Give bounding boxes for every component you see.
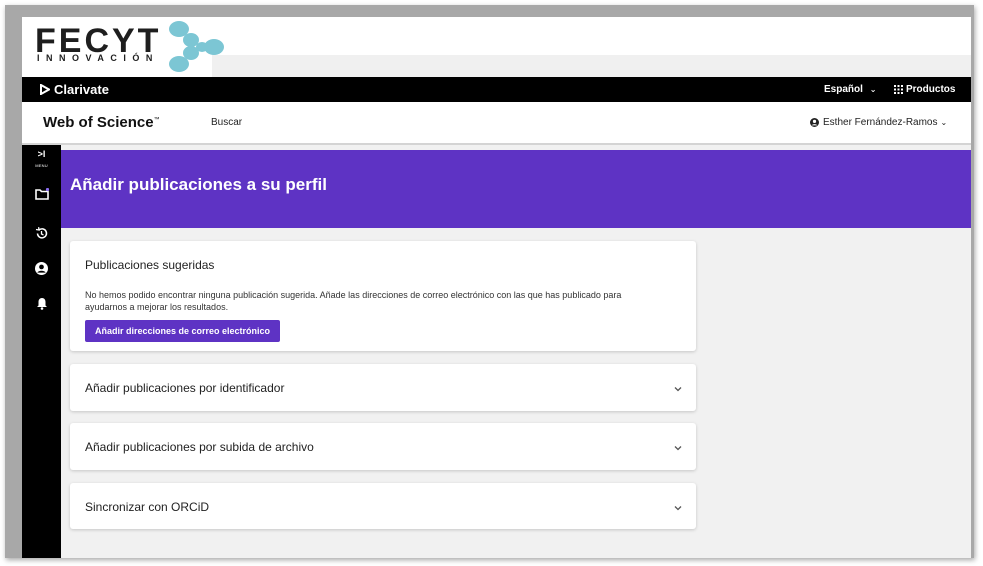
user-menu[interactable]: Esther Fernández-Ramos ⌄ xyxy=(810,117,947,128)
chevron-down-icon: ⌄ xyxy=(940,118,948,127)
products-label: Productos xyxy=(906,84,956,95)
add-by-identifier-title: Añadir publicaciones por identificador xyxy=(85,381,285,395)
add-by-upload-title: Añadir publicaciones por subida de archi… xyxy=(85,440,314,454)
sidebar-item-alerts[interactable] xyxy=(22,297,61,310)
account-circle-icon xyxy=(810,118,819,127)
suggested-publications-title: Publicaciones sugeridas xyxy=(85,258,215,272)
page-title: Añadir publicaciones a su perfil xyxy=(70,175,327,194)
wos-logo[interactable]: Web of Science™ xyxy=(43,114,160,131)
chevron-down-icon xyxy=(674,446,682,451)
logo-band-strip xyxy=(212,55,971,77)
clarivate-brand[interactable]: Clarivate xyxy=(40,82,109,97)
sync-orcid-card[interactable]: Sincronizar con ORCiD xyxy=(70,483,696,529)
account-circle-icon xyxy=(35,262,48,275)
logo-band: FECYT INNOVACIÓN xyxy=(22,17,971,77)
apps-grid-icon xyxy=(894,85,903,94)
products-menu[interactable]: Productos xyxy=(894,84,955,95)
menu-toggle-icon[interactable]: >I xyxy=(22,149,61,159)
chevron-down-icon xyxy=(674,387,682,392)
browser-viewport: FECYT INNOVACIÓN Clarivate Español ⌄ Pro… xyxy=(22,17,971,558)
suggested-publications-description: No hemos podido encontrar ninguna public… xyxy=(85,290,622,312)
clarivate-logo-icon xyxy=(40,84,50,95)
clarivate-top-bar: Clarivate Español ⌄ Productos xyxy=(22,77,971,102)
sync-orcid-title: Sincronizar con ORCiD xyxy=(85,500,210,514)
history-icon xyxy=(35,227,48,239)
add-email-addresses-button[interactable]: Añadir direcciones de correo electrónico xyxy=(85,320,281,342)
language-selector[interactable]: Español ⌄ xyxy=(824,84,876,95)
bell-icon xyxy=(36,298,47,310)
add-by-identifier-card[interactable]: Añadir publicaciones por identificador xyxy=(70,364,696,411)
search-link[interactable]: Buscar xyxy=(211,117,242,128)
sidebar-item-history[interactable] xyxy=(22,227,61,240)
left-sidebar: >I MENU xyxy=(22,145,61,558)
chevron-down-icon: ⌄ xyxy=(869,85,877,94)
menu-label: MENU xyxy=(35,163,48,168)
suggested-publications-card: Publicaciones sugeridas No hemos podido … xyxy=(70,241,696,351)
add-by-upload-card[interactable]: Añadir publicaciones por subida de archi… xyxy=(70,423,696,470)
wos-title-text: Web of Science xyxy=(43,114,154,131)
chevron-down-icon xyxy=(674,506,682,511)
screenshot-frame: FECYT INNOVACIÓN Clarivate Español ⌄ Pro… xyxy=(5,5,974,558)
trademark-mark: ™ xyxy=(153,117,160,123)
fecyt-logo-icon xyxy=(169,21,224,72)
language-label: Español xyxy=(824,84,863,95)
page-banner: Añadir publicaciones a su perfil xyxy=(61,150,971,228)
wos-header: Web of Science™ Buscar Esther Fernández-… xyxy=(22,102,971,145)
fecyt-tagline: INNOVACIÓN xyxy=(37,53,159,63)
sidebar-item-profile[interactable] xyxy=(22,262,61,275)
user-name: Esther Fernández-Ramos xyxy=(823,117,938,128)
sidebar-item-folder[interactable] xyxy=(22,188,61,200)
folder-icon xyxy=(34,188,49,200)
clarivate-label: Clarivate xyxy=(54,82,109,97)
